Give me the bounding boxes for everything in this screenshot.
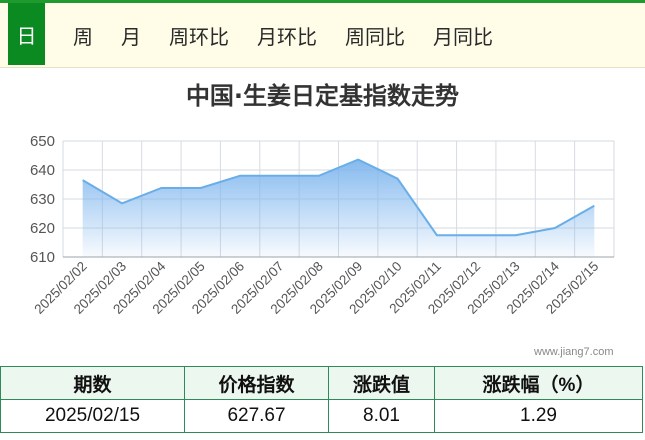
cell-price-index: 627.67 — [184, 399, 329, 433]
header-change-percent: 涨跌幅（%） — [434, 366, 643, 400]
index-trend-chart: 6106206306406502025/02/022025/02/032025/… — [30, 133, 615, 317]
cell-change-value: 8.01 — [328, 399, 435, 433]
header-period: 期数 — [0, 366, 185, 400]
tab-week[interactable]: 周 — [59, 3, 107, 67]
series-area — [82, 159, 595, 257]
y-tick-label: 620 — [30, 220, 55, 237]
watermark: www.jiang7.com — [534, 346, 614, 358]
cell-period: 2025/02/15 — [0, 399, 185, 433]
tab-month-year-over-year[interactable]: 月同比 — [419, 3, 507, 67]
header-change-value: 涨跌值 — [328, 366, 435, 400]
tab-week-over-week[interactable]: 周环比 — [155, 3, 243, 67]
header-price-index: 价格指数 — [184, 366, 329, 400]
tab-day[interactable]: 日 — [8, 3, 45, 65]
period-tab-bar: 日 周 月 周环比 月环比 周同比 月同比 — [0, 3, 645, 68]
table-header-row: 期数 价格指数 涨跌值 涨跌幅（%） — [0, 366, 643, 400]
y-tick-label: 610 — [30, 249, 55, 266]
cell-change-percent: 1.29 — [434, 399, 643, 433]
y-tick-label: 650 — [30, 133, 55, 150]
table-row: 2025/02/15 627.67 8.01 1.29 — [0, 399, 643, 433]
y-tick-label: 640 — [30, 162, 55, 179]
tab-month[interactable]: 月 — [107, 3, 155, 67]
tab-month-over-month[interactable]: 月环比 — [243, 3, 331, 67]
index-summary-table: 期数 价格指数 涨跌值 涨跌幅（%） 2025/02/15 627.67 8.0… — [0, 366, 643, 433]
chart-title: 中国·生姜日定基指数走势 — [185, 82, 460, 110]
tab-week-year-over-year[interactable]: 周同比 — [331, 3, 419, 67]
y-tick-label: 630 — [30, 191, 55, 208]
